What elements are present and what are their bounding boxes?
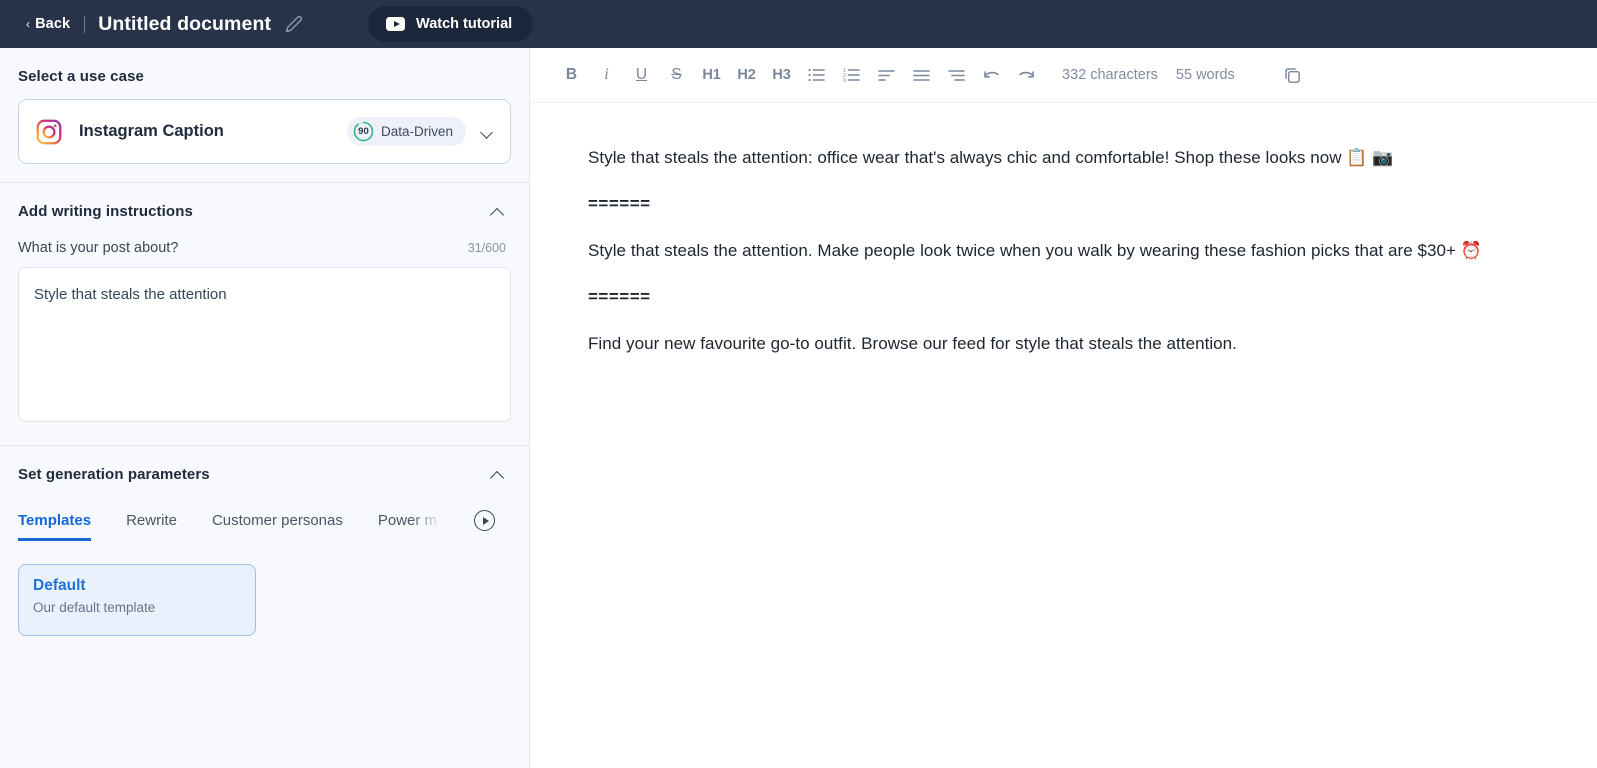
tab-rewrite[interactable]: Rewrite bbox=[126, 512, 177, 541]
italic-button[interactable]: i bbox=[589, 58, 624, 92]
writing-instructions-header[interactable]: Add writing instructions bbox=[18, 203, 511, 220]
status-badge: 90 Data-Driven bbox=[346, 117, 466, 146]
app-body: Select a use case Instagram Caption 90 D… bbox=[0, 48, 1597, 768]
chevron-up-icon[interactable] bbox=[490, 204, 506, 220]
use-case-selector[interactable]: Instagram Caption 90 Data-Driven bbox=[18, 99, 511, 164]
heading3-button[interactable]: H3 bbox=[764, 58, 799, 92]
heading1-button[interactable]: H1 bbox=[694, 58, 729, 92]
generation-parameters-title: Set generation parameters bbox=[18, 466, 210, 483]
svg-text:3: 3 bbox=[843, 78, 846, 82]
watch-tutorial-label: Watch tutorial bbox=[416, 16, 513, 32]
score-ring-icon: 90 bbox=[353, 121, 374, 142]
paragraph-1: Style that steals the attention: office … bbox=[588, 148, 1394, 167]
play-circle-icon[interactable] bbox=[474, 510, 495, 531]
heading2-button[interactable]: H2 bbox=[729, 58, 764, 92]
template-name: Default bbox=[33, 577, 86, 594]
post-about-input[interactable] bbox=[18, 267, 511, 422]
strikethrough-button[interactable]: S bbox=[659, 58, 694, 92]
underline-button[interactable]: U bbox=[624, 58, 659, 92]
score-value: 90 bbox=[358, 126, 369, 137]
use-case-section-title: Select a use case bbox=[18, 68, 144, 85]
parameter-tabs: Templates Rewrite Customer personas Powe… bbox=[18, 503, 511, 541]
document-title: Untitled document bbox=[98, 12, 272, 35]
align-center-icon[interactable] bbox=[939, 58, 974, 92]
writing-instructions-title: Add writing instructions bbox=[18, 203, 193, 220]
bold-button[interactable]: B bbox=[554, 58, 589, 92]
bullet-list-icon[interactable] bbox=[799, 58, 834, 92]
header-divider bbox=[84, 15, 86, 33]
align-justify-icon[interactable] bbox=[904, 58, 939, 92]
paragraph-2: Style that steals the attention. Make pe… bbox=[588, 241, 1482, 261]
editor-toolbar: B i U S H1 H2 H3 1 2 3 332 characters 55… bbox=[530, 48, 1597, 103]
generation-parameters-header[interactable]: Set generation parameters bbox=[18, 466, 511, 483]
use-case-name: Instagram Caption bbox=[79, 122, 224, 140]
template-card-default[interactable]: Default Our default template bbox=[18, 564, 256, 636]
post-about-field-row: What is your post about? 31/600 bbox=[18, 240, 511, 256]
copy-icon[interactable] bbox=[1275, 58, 1310, 92]
post-about-label: What is your post about? bbox=[18, 240, 179, 256]
numbered-list-icon[interactable]: 1 2 3 bbox=[834, 58, 869, 92]
undo-icon[interactable] bbox=[974, 58, 1009, 92]
instagram-icon bbox=[36, 119, 62, 145]
back-button[interactable]: ‹ Back bbox=[26, 16, 70, 32]
character-count: 332 characters bbox=[1062, 67, 1158, 83]
paragraph-3: Find your new favourite go-to outfit. Br… bbox=[588, 334, 1237, 354]
left-sidebar: Select a use case Instagram Caption 90 D… bbox=[0, 48, 530, 768]
youtube-play-icon bbox=[386, 17, 406, 31]
chevron-up-icon[interactable] bbox=[490, 467, 506, 483]
tab-power-mode[interactable]: Power m bbox=[378, 512, 437, 541]
watch-tutorial-button[interactable]: Watch tutorial bbox=[368, 6, 534, 42]
top-bar: ‹ Back Untitled document Watch tutorial bbox=[0, 0, 1597, 48]
separator-2: ====== bbox=[588, 287, 651, 307]
chevron-down-icon[interactable] bbox=[480, 125, 494, 139]
tab-customer-personas[interactable]: Customer personas bbox=[212, 512, 343, 541]
pencil-icon[interactable] bbox=[285, 15, 303, 33]
tab-templates[interactable]: Templates bbox=[18, 512, 92, 541]
align-left-icon[interactable] bbox=[869, 58, 904, 92]
word-count: 55 words bbox=[1175, 67, 1235, 83]
use-case-section: Select a use case Instagram Caption 90 D… bbox=[0, 48, 529, 183]
generation-parameters-section: Set generation parameters Templates Rewr… bbox=[0, 446, 529, 654]
character-counter: 31/600 bbox=[467, 241, 506, 255]
editor-pane: B i U S H1 H2 H3 1 2 3 332 characters 55… bbox=[530, 48, 1597, 768]
writing-instructions-section: Add writing instructions What is your po… bbox=[0, 183, 529, 446]
back-chevron-icon: ‹ bbox=[26, 17, 31, 31]
document-content[interactable]: Style that steals the attention: office … bbox=[530, 103, 1597, 359]
back-label: Back bbox=[35, 16, 71, 32]
badge-label: Data-Driven bbox=[380, 124, 453, 139]
redo-icon[interactable] bbox=[1009, 58, 1044, 92]
separator-1: ====== bbox=[588, 194, 651, 214]
template-description: Our default template bbox=[33, 600, 156, 615]
